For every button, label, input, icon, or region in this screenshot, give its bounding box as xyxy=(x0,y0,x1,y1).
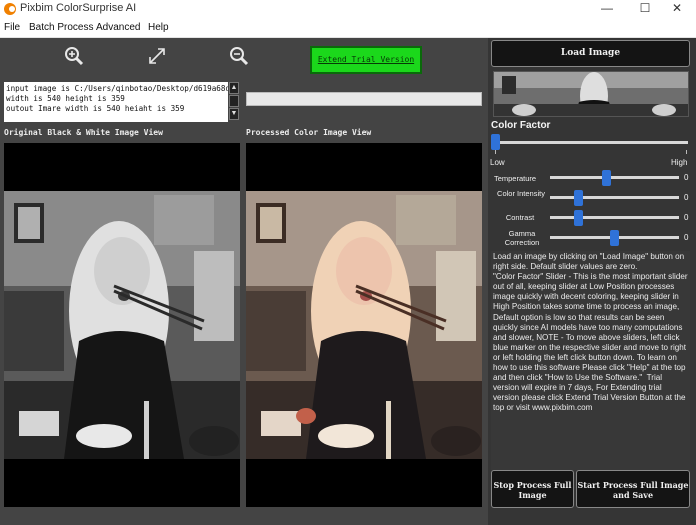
menu-help[interactable]: Help xyxy=(148,22,169,33)
scroll-down-icon[interactable]: ▼ xyxy=(229,108,239,120)
info-line: width is 540 height is 359 xyxy=(6,94,125,103)
extend-trial-button[interactable]: Extend Trial Version xyxy=(310,46,422,74)
processed-color-photo xyxy=(246,191,482,459)
low-label: Low xyxy=(490,158,505,167)
original-view-label: Original Black & White Image View xyxy=(4,128,163,137)
processed-view-label: Processed Color Image View xyxy=(246,128,372,137)
info-line: outout Imare width is 540 heiaht is 359 xyxy=(6,104,185,113)
temperature-value: 0 xyxy=(684,173,689,182)
main-area: Extend Trial Version input image is C:/U… xyxy=(0,38,488,525)
scroll-up-icon[interactable]: ▲ xyxy=(229,82,239,94)
color-intensity-track[interactable] xyxy=(550,196,679,199)
temperature-label: Temperature xyxy=(493,174,537,183)
menu-advanced[interactable]: Advanced xyxy=(96,22,140,33)
gamma-correction-label: Gamma Correction xyxy=(504,229,540,247)
contrast-track[interactable] xyxy=(550,216,679,219)
original-image-panel[interactable] xyxy=(4,143,240,507)
processed-image-panel[interactable] xyxy=(246,143,482,507)
thumbnail-photo xyxy=(494,72,688,116)
color-factor-tick xyxy=(495,150,496,154)
help-text: Load an image by clicking on "Load Image… xyxy=(491,251,690,471)
window-title: Pixbim ColorSurprise AI xyxy=(20,2,137,14)
zoom-in-icon[interactable] xyxy=(64,46,84,66)
title-bar: Pixbim ColorSurprise AI — ☐ ✕ xyxy=(0,0,696,19)
high-label: High xyxy=(671,158,688,167)
menu-bar: File Batch Process Advanced Help xyxy=(0,19,696,38)
scroll-thumb[interactable] xyxy=(229,95,239,107)
color-intensity-label: Color Intensity xyxy=(497,189,545,198)
gamma-correction-value: 0 xyxy=(684,233,689,242)
app-logo-icon xyxy=(4,3,16,15)
progress-bar xyxy=(246,92,482,106)
temperature-slider[interactable] xyxy=(601,170,611,186)
color-intensity-slider[interactable] xyxy=(574,190,583,206)
menu-file[interactable]: File xyxy=(4,22,20,33)
original-bw-photo xyxy=(4,191,240,459)
color-factor-label: Color Factor xyxy=(491,120,551,131)
contrast-label: Contrast xyxy=(505,213,535,222)
info-log: input image is C:/Users/qinbotao/Desktop… xyxy=(4,82,228,122)
load-image-button[interactable]: Load Image xyxy=(491,40,690,67)
color-intensity-value: 0 xyxy=(684,193,689,202)
color-factor-track[interactable] xyxy=(491,141,688,144)
gamma-correction-slider[interactable] xyxy=(610,230,619,246)
fit-to-screen-icon[interactable] xyxy=(147,46,167,66)
close-button[interactable]: ✕ xyxy=(654,0,696,19)
start-process-button[interactable]: Start Process Full Image and Save xyxy=(576,470,690,508)
color-factor-slider[interactable] xyxy=(491,134,500,150)
zoom-out-icon[interactable] xyxy=(229,46,249,66)
right-panel: Load Image Color Factor Low High Tempera… xyxy=(488,38,696,525)
stop-process-button[interactable]: Stop Process Full Image xyxy=(491,470,574,508)
info-line: input image is C:/Users/qinbotao/Desktop… xyxy=(6,84,228,93)
contrast-value: 0 xyxy=(684,213,689,222)
image-thumbnail xyxy=(493,71,689,117)
contrast-slider[interactable] xyxy=(574,210,583,226)
menu-batch-process[interactable]: Batch Process xyxy=(29,22,93,33)
temperature-track[interactable] xyxy=(550,176,679,179)
color-factor-tick xyxy=(686,150,687,154)
info-scrollbar[interactable]: ▲ ▼ xyxy=(229,82,239,122)
